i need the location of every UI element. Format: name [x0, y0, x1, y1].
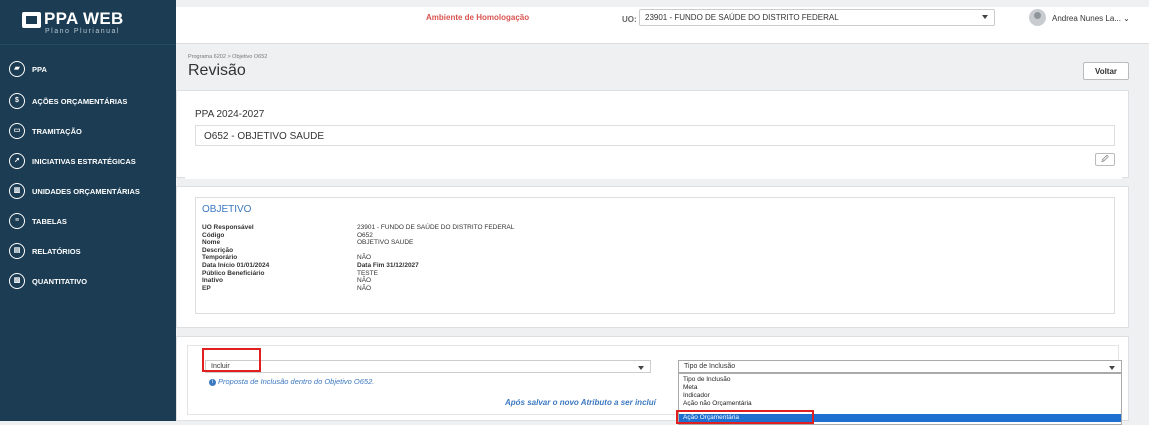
app-logo[interactable]: PPA WEB Plano Plurianual: [0, 0, 176, 45]
avatar[interactable]: [1029, 9, 1046, 26]
inclusion-type-value: Tipo de Inclusão: [684, 363, 736, 370]
sidebar-item[interactable]: ➚ INICIATIVAS ESTRATÉGICAS: [0, 150, 176, 174]
after-save-text: Após salvar o novo Atributo a ser incluí: [505, 398, 656, 407]
sidebar-item[interactable]: ▤ RELATÓRIOS: [0, 240, 176, 264]
field-label: Descrição: [202, 246, 234, 254]
field-value: Data Fim 31/12/2027: [357, 262, 419, 269]
chevron-down-icon: [638, 366, 644, 370]
page-title: Revisão: [188, 62, 246, 79]
highlight-box: [676, 410, 814, 424]
field-value: O652: [357, 231, 373, 239]
sidebar-item-label: PPA: [32, 65, 47, 74]
field-value: TESTE: [357, 269, 378, 277]
sidebar-item-label: TRAMITAÇÃO: [32, 127, 82, 136]
ppa-card-inner: PPA 2024-2027 O652 - OBJETIVO SAUDE 🖉: [185, 99, 1122, 179]
field-value: NÃO: [357, 254, 372, 262]
sidebar-item-label: RELATÓRIOS: [32, 247, 81, 256]
highlight-box: [202, 348, 261, 372]
report-icon: ▤: [9, 243, 25, 259]
field-label: Data Início 01/01/2024: [202, 262, 270, 269]
environment-label: Ambiente de Homologação: [426, 13, 530, 22]
sidebar-item-label: TABELAS: [32, 217, 67, 226]
breadcrumb: Programa 6202 > Objetivo O652: [188, 54, 268, 60]
top-bar: Ambiente de Homologação UO: 23901 - FUND…: [176, 0, 1149, 44]
section-title: OBJETIVO: [202, 204, 252, 215]
sidebar-item[interactable]: ▨ QUANTITATIVO: [0, 270, 176, 294]
table-icon: ≡: [9, 213, 25, 229]
inclusion-card: Incluir i Proposta de Inclusão dentro do …: [176, 336, 1129, 425]
back-button[interactable]: Voltar: [1083, 62, 1129, 80]
ppa-period: PPA 2024-2027: [195, 109, 265, 120]
objective-name: O652 - OBJETIVO SAUDE: [204, 131, 325, 142]
chart-icon: ▨: [9, 273, 25, 289]
sidebar-item[interactable]: ▥ UNIDADES ORÇAMENTÁRIAS: [0, 180, 176, 204]
info-icon: i: [209, 378, 216, 386]
ppa-icon: ▰: [9, 61, 25, 77]
field-label: Temporário: [202, 254, 238, 262]
sidebar-item-label: UNIDADES ORÇAMENTÁRIAS: [32, 187, 140, 196]
field-label: Inativo: [202, 277, 223, 285]
info-text-label: Proposta de Inclusão dentro do Objetivo …: [218, 377, 375, 386]
app-title: PPA WEB: [44, 9, 124, 28]
uo-select[interactable]: 23901 - FUNDO DE SAÚDE DO DISTRITO FEDER…: [639, 9, 995, 26]
edit-button[interactable]: 🖉: [1095, 153, 1115, 166]
objective-name-box: O652 - OBJETIVO SAUDE: [195, 125, 1115, 146]
inclusion-action-select[interactable]: Incluir: [205, 360, 651, 373]
dollar-icon: $: [9, 93, 25, 109]
sidebar-item[interactable]: ≡ TABELAS: [0, 210, 176, 234]
sidebar-item[interactable]: ▭ TRAMITAÇÃO: [0, 120, 176, 144]
field-label: Código: [202, 231, 225, 239]
field-label: EP: [202, 284, 211, 292]
dropdown-option[interactable]: Tipo de Inclusão: [679, 376, 1121, 384]
field-label: Público Beneficiário: [202, 269, 265, 277]
sidebar: PPA WEB Plano Plurianual ▰ PPA $ AÇÕES ORÇA…: [0, 0, 176, 421]
uo-label: UO:: [622, 15, 637, 24]
sidebar-item[interactable]: $ AÇÕES ORÇAMENTÁRIAS: [0, 90, 176, 114]
field-value: OBJETIVO SAUDE: [357, 239, 414, 247]
sidebar-item-label: QUANTITATIVO: [32, 277, 88, 286]
inclusion-type-select[interactable]: Tipo de Inclusão: [678, 360, 1122, 373]
chevron-down-icon: [1109, 366, 1115, 370]
sidebar-item-label: AÇÕES ORÇAMENTÁRIAS: [32, 97, 128, 106]
inbox-icon: ▭: [9, 123, 25, 139]
sidebar-item-label: INICIATIVAS ESTRATÉGICAS: [32, 157, 136, 166]
field-value: NÃO: [357, 284, 372, 292]
objetivo-details: OBJETIVO UO Responsável 23901 - FUNDO DE …: [195, 197, 1115, 314]
logo-icon: [22, 12, 41, 28]
field-label: UO Responsável: [202, 224, 254, 231]
ppa-card: PPA 2024-2027 O652 - OBJETIVO SAUDE 🖉: [176, 90, 1129, 179]
rocket-icon: ➚: [9, 153, 25, 169]
app-subtitle: Plano Plurianual: [45, 28, 120, 35]
sidebar-item[interactable]: ▰ PPA: [0, 58, 176, 82]
building-icon: ▥: [9, 183, 25, 199]
field-label: Nome: [202, 239, 221, 247]
dropdown-option[interactable]: Meta: [679, 384, 1121, 392]
dropdown-option[interactable]: Ação não Orçamentária: [679, 400, 1121, 406]
field-value: 23901 - FUNDO DE SAÚDE DO DISTRITO FEDER…: [357, 224, 515, 231]
uo-select-value: 23901 - FUNDO DE SAÚDE DO DISTRITO FEDER…: [645, 13, 839, 22]
objetivo-card: OBJETIVO UO Responsável 23901 - FUNDO DE …: [176, 186, 1129, 328]
dropdown-option[interactable]: Indicador: [679, 392, 1121, 400]
info-text: i Proposta de Inclusão dentro do Objetivo…: [209, 377, 374, 386]
user-menu[interactable]: Andrea Nunes La... ⌄: [1052, 14, 1130, 23]
inclusion-panel: Incluir i Proposta de Inclusão dentro do …: [187, 345, 1122, 425]
field-value: NÃO: [357, 277, 372, 285]
edit-icon: 🖉: [1101, 156, 1109, 163]
chevron-down-icon: [982, 15, 988, 19]
